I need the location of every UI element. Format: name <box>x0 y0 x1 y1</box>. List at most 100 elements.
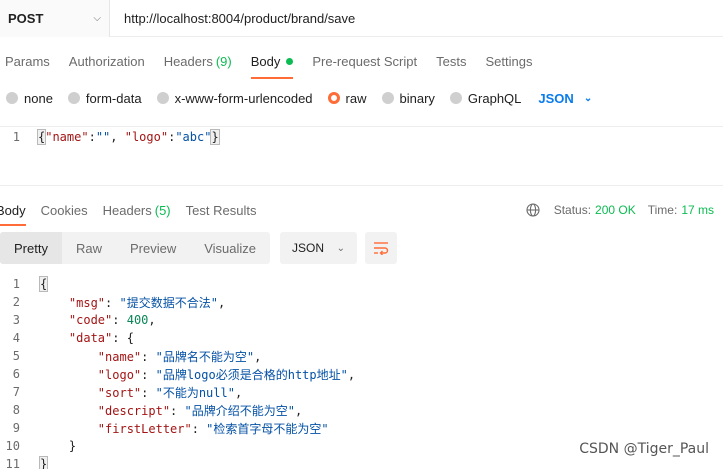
code-content: "name": "品牌名不能为空", <box>97 349 262 364</box>
tab-pre-request-script[interactable]: Pre-request Script <box>312 45 417 77</box>
time-label: Time: <box>647 203 678 217</box>
response-body-viewer: 1{2 "msg": "提交数据不合法", 3 "code": 400, 4 "da… <box>0 275 723 469</box>
json-value: "abc" <box>175 129 212 144</box>
tab-label: Cookies <box>40 202 88 218</box>
line-number: 1 <box>12 129 20 144</box>
line-number: 9 <box>12 421 20 435</box>
tab-label: Test Results <box>185 202 257 218</box>
globe-icon[interactable] <box>526 203 540 217</box>
line-number: 11 <box>5 457 20 469</box>
radio-label: form-data <box>85 90 142 106</box>
watermark: CSDN @Tiger_Paul <box>579 441 709 457</box>
response-format-select[interactable]: JSON ⌄ <box>280 232 358 264</box>
response-toolbar: Pretty Raw Preview Visualize JSON ⌄ <box>0 232 398 264</box>
radio-none[interactable]: none <box>6 91 53 106</box>
json-value: "检索首字母不能为空" <box>206 421 329 436</box>
code-content: "firstLetter": "检索首字母不能为空" <box>97 421 329 436</box>
radio-raw[interactable]: raw <box>327 90 367 106</box>
code-content: { <box>34 276 49 292</box>
code-line: 3 "code": 400, <box>0 311 723 329</box>
response-tabs: Body Cookies Headers (5) Test Results <box>0 197 271 226</box>
radio-form-data[interactable]: form-data <box>67 90 142 106</box>
json-value: 400 <box>126 313 149 327</box>
response-tab-headers[interactable]: Headers (5) <box>103 197 171 223</box>
line-number: 4 <box>12 331 20 345</box>
view-pretty-button[interactable]: Pretty <box>0 232 62 264</box>
json-key: "logo" <box>97 367 142 382</box>
code-line: 5 "name": "品牌名不能为空", <box>0 347 723 365</box>
body-indicator-dot <box>286 57 294 65</box>
radio-label: none <box>24 90 53 106</box>
tab-label: Settings <box>485 53 533 69</box>
chevron-down-icon: ⌄ <box>583 92 593 104</box>
status-label: Status: <box>553 203 592 217</box>
json-value: "" <box>95 129 111 144</box>
raw-format-select[interactable]: JSON ⌄ <box>538 91 592 106</box>
radio-x-www-form-urlencoded[interactable]: x-www-form-urlencoded <box>156 90 313 106</box>
view-preview-button[interactable]: Preview <box>116 232 190 264</box>
json-key: "logo" <box>124 129 169 144</box>
request-bar: POST ⌵ http://localhost:8004/product/bra… <box>0 0 723 37</box>
tab-settings[interactable]: Settings <box>485 45 532 77</box>
radio-binary[interactable]: binary <box>381 90 435 106</box>
code-line: 4 "data": { <box>0 329 723 347</box>
status-value: 200 OK <box>595 203 636 217</box>
wrap-lines-button[interactable] <box>365 232 398 264</box>
url-input[interactable]: http://localhost:8004/product/brand/save <box>110 11 355 26</box>
tab-body[interactable]: Body <box>250 45 294 79</box>
brace: } <box>68 439 77 453</box>
request-body-editor[interactable]: 1 {"name":"", "logo":"abc"} <box>0 126 723 186</box>
radio-icon <box>6 92 18 104</box>
tab-headers[interactable]: Headers (9) <box>164 45 232 77</box>
radio-label: binary <box>399 90 435 106</box>
radio-icon <box>156 92 169 104</box>
tab-label: Body <box>250 53 281 69</box>
json-key: "sort" <box>97 385 142 400</box>
headers-count: (5) <box>154 202 171 218</box>
code-line: 1 {"name":"", "logo":"abc"} <box>0 128 723 145</box>
response-tab-body[interactable]: Body <box>0 197 26 226</box>
response-tab-test-results[interactable]: Test Results <box>186 197 257 223</box>
code-line: 2 "msg": "提交数据不合法", <box>0 293 723 311</box>
code-line: 8 "descript": "品牌介绍不能为空", <box>0 401 723 419</box>
tab-tests[interactable]: Tests <box>436 45 466 77</box>
json-value: "提交数据不合法" <box>119 295 218 310</box>
radio-label: raw <box>345 90 367 106</box>
view-raw-button[interactable]: Raw <box>62 232 116 264</box>
tab-params[interactable]: Params <box>5 45 50 77</box>
response-tab-cookies[interactable]: Cookies <box>41 197 88 223</box>
tab-label: Authorization <box>68 53 145 69</box>
radio-graphql[interactable]: GraphQL <box>449 91 521 106</box>
code-content: "logo": "品牌logo必须是合格的http地址", <box>97 367 356 382</box>
method-label: POST <box>8 10 44 26</box>
response-format-label: JSON <box>292 241 325 255</box>
json-key: "name" <box>97 349 142 364</box>
json-value: "品牌名不能为空" <box>155 349 255 364</box>
line-number: 7 <box>12 385 20 399</box>
code-content: "msg": "提交数据不合法", <box>68 295 226 310</box>
json-key: "firstLetter" <box>97 421 192 436</box>
code-line: 9 "firstLetter": "检索首字母不能为空" <box>0 419 723 437</box>
tab-label: Pre-request Script <box>312 53 418 69</box>
code-content: "code": 400, <box>68 313 156 327</box>
method-select[interactable]: POST ⌵ <box>0 0 110 37</box>
code-content: "data": { <box>68 331 134 345</box>
code-content: "sort": "不能为null", <box>97 385 243 400</box>
brace: { <box>38 276 49 292</box>
radio-label: x-www-form-urlencoded <box>174 90 313 106</box>
view-visualize-button[interactable]: Visualize <box>190 232 270 264</box>
body-type-options: none form-data x-www-form-urlencoded raw… <box>6 86 592 110</box>
tab-authorization[interactable]: Authorization <box>69 45 145 77</box>
json-value: { <box>126 331 134 345</box>
raw-format-label: JSON <box>538 90 574 106</box>
response-status: Status: 200 OK Time: 17 ms <box>526 197 714 223</box>
view-mode-group: Pretty Raw Preview Visualize <box>0 232 271 264</box>
code-line: 11} <box>0 455 723 469</box>
tab-label: Tests <box>436 53 467 69</box>
brace: } <box>210 128 220 145</box>
json-value: "不能为null" <box>155 385 235 400</box>
code-content: } <box>34 439 76 453</box>
line-number: 2 <box>12 295 20 309</box>
code-content: "descript": "品牌介绍不能为空", <box>97 403 303 418</box>
request-tabs: Params Authorization Headers (9) Body Pre… <box>0 45 551 79</box>
